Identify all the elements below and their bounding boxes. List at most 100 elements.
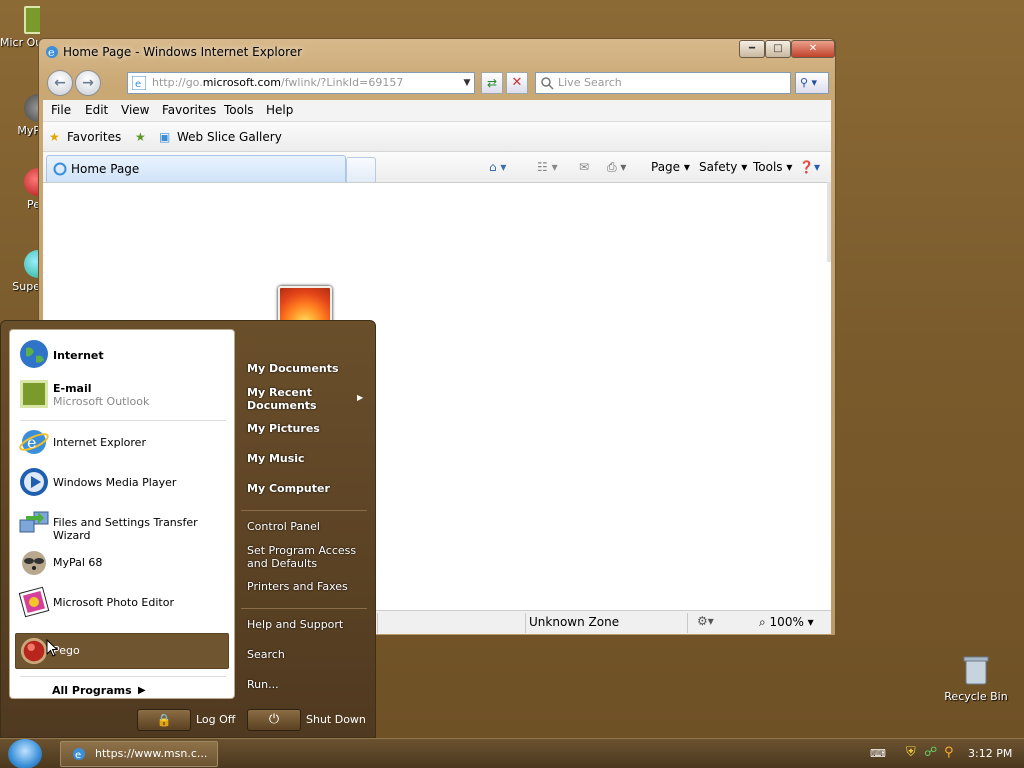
page-menu-label: Page bbox=[651, 160, 681, 174]
zoom-level[interactable]: ⌕ 100% ▾ bbox=[759, 615, 814, 630]
printers-faxes-link[interactable]: Printers and Faxes bbox=[247, 580, 348, 593]
shut-down-button[interactable]: ⏻ bbox=[247, 709, 301, 731]
desktop-icon-mypal[interactable]: MyP bbox=[0, 94, 40, 137]
start-menu-programs: Internet E-mail Microsoft Outlook e Inte… bbox=[9, 329, 235, 699]
maximize-button[interactable]: □ bbox=[765, 40, 791, 58]
address-prefix: http://go. bbox=[152, 76, 203, 89]
shut-down-label[interactable]: Shut Down bbox=[306, 713, 366, 726]
help-support-link[interactable]: Help and Support bbox=[247, 618, 343, 631]
photo-editor-icon bbox=[18, 586, 50, 618]
tools-menu-label: Tools bbox=[753, 160, 783, 174]
address-bar[interactable]: e http://go.microsoft.com/fwlink/?LinkId… bbox=[127, 72, 475, 94]
address-dropdown-icon[interactable]: ▼ bbox=[459, 72, 475, 94]
minimize-button[interactable]: ━ bbox=[739, 40, 765, 58]
control-panel-link[interactable]: Control Panel bbox=[247, 520, 320, 533]
address-toolbar: ← → e http://go.microsoft.com/fwlink/?Li… bbox=[43, 66, 831, 100]
protected-mode-icon[interactable]: ⚙▾ bbox=[697, 614, 714, 628]
vertical-scrollbar[interactable] bbox=[827, 182, 831, 262]
start-menu: Internet E-mail Microsoft Outlook e Inte… bbox=[0, 320, 376, 738]
mouse-cursor-icon bbox=[46, 639, 58, 657]
my-pictures-link[interactable]: My Pictures bbox=[247, 422, 320, 435]
my-music-link[interactable]: My Music bbox=[247, 452, 305, 465]
desktop-icon-outlook[interactable]: Micr Out bbox=[0, 6, 40, 49]
svg-text:e: e bbox=[75, 750, 81, 761]
log-off-label[interactable]: Log Off bbox=[196, 713, 235, 726]
program-internet-explorer[interactable]: e Internet Explorer bbox=[18, 426, 228, 460]
tools-menu[interactable]: Tools ▾ bbox=[753, 160, 792, 174]
security-shield-icon[interactable]: ⛨ bbox=[906, 745, 916, 760]
forward-button[interactable]: → bbox=[75, 70, 101, 96]
program-transfer-wizard[interactable]: Files and Settings Transfer Wizard bbox=[18, 506, 228, 542]
clock[interactable]: 3:12 PM bbox=[968, 747, 1012, 760]
search-link[interactable]: Search bbox=[247, 648, 285, 661]
address-suffix: /fwlink/?LinkId=69157 bbox=[281, 76, 404, 89]
program-windows-media-player[interactable]: Windows Media Player bbox=[18, 466, 228, 500]
back-button[interactable]: ← bbox=[47, 70, 73, 96]
close-button[interactable]: ✕ bbox=[791, 40, 835, 58]
read-mail-icon[interactable]: ✉ bbox=[579, 160, 589, 174]
search-tray-icon[interactable]: ⚲ bbox=[944, 745, 954, 760]
page-menu[interactable]: Page ▾ bbox=[651, 160, 690, 174]
pinned-email[interactable]: E-mail Microsoft Outlook bbox=[18, 378, 228, 412]
taskbar-ie-button[interactable]: e https://www.msn.c... bbox=[60, 741, 218, 767]
tab-label: Home Page bbox=[71, 162, 140, 176]
program-photo-editor[interactable]: Microsoft Photo Editor bbox=[18, 586, 228, 620]
zoom-value: 100% bbox=[769, 615, 804, 629]
run-link[interactable]: Run... bbox=[247, 678, 279, 691]
safety-menu[interactable]: Safety ▾ bbox=[699, 160, 747, 174]
set-program-access-link[interactable]: Set Program Access and Defaults bbox=[247, 544, 365, 570]
outlook-icon bbox=[24, 6, 40, 34]
recycle-bin[interactable]: Recycle Bin bbox=[940, 654, 1012, 703]
keyboard-icon[interactable]: ⌨ bbox=[870, 747, 886, 760]
ie-icon: e bbox=[46, 46, 58, 59]
menu-help[interactable]: Help bbox=[266, 103, 293, 117]
svg-text:e: e bbox=[48, 46, 55, 59]
outlook-icon bbox=[20, 380, 48, 408]
program-mypal[interactable]: MyPal 68 bbox=[18, 546, 228, 580]
new-tab-button[interactable] bbox=[346, 157, 376, 182]
safety-menu-label: Safety bbox=[699, 160, 738, 174]
favorites-button[interactable]: Favorites bbox=[67, 130, 121, 144]
feeds-icon[interactable]: ☷ ▾ bbox=[537, 160, 558, 174]
stop-icon[interactable]: ✕ bbox=[506, 72, 528, 94]
log-off-button[interactable]: 🔒 bbox=[137, 709, 191, 731]
taskbar: e https://www.msn.c... ⌨ ⛨ ☍ ⚲ 3:12 PM bbox=[0, 738, 1024, 768]
globe-icon bbox=[20, 340, 48, 368]
menu-file[interactable]: File bbox=[51, 103, 71, 117]
my-documents-link[interactable]: My Documents bbox=[247, 362, 339, 375]
status-divider bbox=[377, 613, 378, 633]
arrow-right-icon: ▶ bbox=[138, 685, 146, 696]
web-slice-gallery-link[interactable]: Web Slice Gallery bbox=[177, 130, 282, 144]
power-icon: ⏻ bbox=[268, 712, 280, 727]
web-slice-icon: ▣ bbox=[159, 130, 171, 144]
pinned-label: Internet bbox=[53, 349, 104, 362]
refresh-icon[interactable]: ⇄ bbox=[481, 72, 503, 94]
svg-text:e: e bbox=[27, 433, 36, 452]
pinned-sublabel: Microsoft Outlook bbox=[53, 395, 150, 408]
desktop-icon-super[interactable]: Supe bbox=[0, 250, 40, 293]
desktop-icon-label: Micr Out bbox=[0, 36, 40, 49]
status-divider bbox=[525, 613, 526, 633]
separator bbox=[20, 420, 226, 421]
my-recent-documents-link[interactable]: My Recent Documents bbox=[247, 386, 357, 412]
help-icon[interactable]: ❓▾ bbox=[799, 160, 820, 174]
ie-page-icon: e bbox=[132, 76, 146, 90]
my-computer-link[interactable]: My Computer bbox=[247, 482, 330, 495]
all-programs-button[interactable]: All Programs bbox=[52, 684, 132, 697]
menu-edit[interactable]: Edit bbox=[85, 103, 108, 117]
add-favorite-icon[interactable]: ★ bbox=[135, 130, 146, 144]
menu-tools[interactable]: Tools bbox=[224, 103, 254, 117]
desktop-icon-pego[interactable]: Pe bbox=[0, 168, 40, 211]
start-button[interactable] bbox=[8, 739, 42, 768]
address-domain: microsoft.com bbox=[202, 76, 281, 89]
menu-view[interactable]: View bbox=[121, 103, 149, 117]
search-input[interactable]: Live Search bbox=[535, 72, 791, 94]
tab-home-page[interactable]: Home Page bbox=[46, 155, 346, 182]
pinned-internet[interactable]: Internet bbox=[18, 338, 228, 372]
network-icon[interactable]: ☍ bbox=[924, 745, 937, 760]
home-icon[interactable]: ⌂ ▾ bbox=[489, 160, 506, 174]
print-icon[interactable]: ⎙ ▾ bbox=[607, 160, 626, 175]
search-button[interactable]: ⚲ ▾ bbox=[795, 72, 829, 94]
menu-favorites[interactable]: Favorites bbox=[162, 103, 216, 117]
favorites-star-icon: ★ bbox=[49, 130, 60, 144]
